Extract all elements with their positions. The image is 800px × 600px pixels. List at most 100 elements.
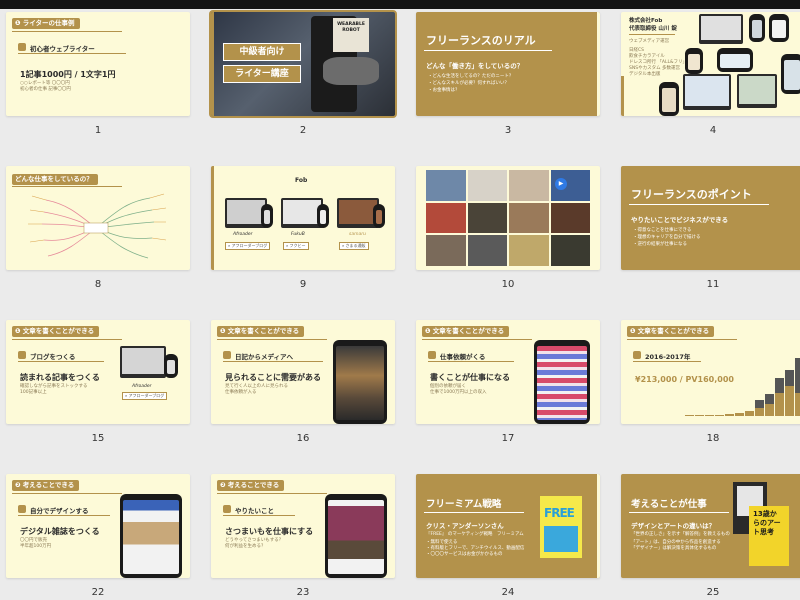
divider [18, 53, 126, 54]
slide-number: 18 [706, 433, 720, 444]
divider [217, 339, 327, 340]
book-cover: 13歳からのアート思考 [749, 506, 789, 566]
divider [12, 339, 122, 340]
phone-mockup [120, 494, 182, 578]
bar [715, 415, 724, 416]
title-line-2: ライター講座 [223, 65, 301, 83]
slide-thumbnail-18[interactable]: ❶ 文章を書くことができる 2016-2017年 ¥213,000 / PV16… [621, 320, 800, 424]
slide-thumbnail-4[interactable]: 株式会社Fob 代表取締役 山川 錠 ウェブメディア運営 日経CS 飲食チカラア… [621, 12, 800, 116]
slide-thumbnail-24[interactable]: フリーミアム戦略 クリス・アンダーソンさん 『FREE』 のマーケティング戦略 … [416, 474, 600, 578]
slide-thumbnail-10[interactable]: ▶ [416, 166, 600, 270]
slide-number: 4 [709, 125, 717, 136]
slide-thumbnail-2[interactable]: WEARABLE ROBOT 中級者向け ライター講座 [209, 10, 397, 118]
divider [428, 361, 514, 362]
laptop-mockup [683, 74, 731, 110]
slide-thumbnail-23[interactable]: ❷ 考えることできる やりたいこと さつまいもを仕事にする どうやってさつまいも… [211, 474, 395, 578]
note: 半年超100万円 [20, 544, 52, 549]
design-icon [18, 505, 26, 513]
idea-icon [223, 505, 231, 513]
divider [629, 512, 729, 513]
section-badge: ❶ 文章を書くことができる [12, 326, 100, 337]
accent-bar [621, 76, 624, 116]
slide-thumbnail-11[interactable]: フリーランスのポイント やりたいことでビジネスができる ・得意なことを仕事にでき… [621, 166, 800, 270]
mail-icon [428, 351, 436, 359]
book-title: FREE [544, 506, 575, 520]
bullet: ・理想のキャリアを自分で描ける [633, 235, 701, 240]
slide-number: 17 [501, 433, 515, 444]
slide-number: 16 [296, 433, 310, 444]
author-name: クリス・アンダーソンさん [426, 522, 504, 530]
headline: デジタル雑誌をつくる [20, 527, 100, 536]
slide-thumbnail-22[interactable]: ❷ 考えることできる 自分でデザインする デジタル雑誌をつくる 〇〇円で販売 半… [6, 474, 190, 578]
book-cover: FREE [540, 496, 582, 558]
chart-icon [633, 351, 641, 359]
laptop-mockup [737, 74, 777, 108]
note: 仕事で1000万円以上の収入 [430, 390, 487, 395]
note: 初心者の仕事 記事〇〇円 [20, 87, 71, 92]
subheading: ブログをつくる [30, 353, 76, 361]
site-caption: ⌕ フクヒー [283, 242, 309, 250]
divider [12, 31, 122, 32]
bar [685, 415, 694, 416]
slide-number: 3 [504, 125, 512, 136]
slide-subtitle: どんな「働き方」をしているの？ [426, 62, 524, 70]
divider [422, 339, 532, 340]
photo [550, 235, 590, 266]
note: 仕事依頼が入る [225, 390, 257, 395]
divider [223, 361, 323, 362]
laptop-mockup [120, 346, 166, 378]
divider [18, 515, 110, 516]
site-caption: ⌕ さまる通販 [339, 242, 369, 250]
divider [12, 493, 122, 494]
bar-chart [683, 342, 800, 416]
slide-thumbnail-16[interactable]: ❶ 文章を書くことができる 日記からメディアへ 見られることに需要がある 見て行… [211, 320, 395, 424]
site-caption: ⌕ アフローダーブログ [225, 242, 271, 250]
photo [509, 235, 549, 266]
slide-number: 9 [299, 279, 307, 290]
play-icon[interactable]: ▶ [555, 178, 567, 190]
bullet: ・お金事情は？ [428, 88, 460, 93]
company-name: 株式会社Fob [629, 18, 663, 24]
slide-subtitle: やりたいことでビジネスができる [631, 216, 729, 224]
slide-title: 考えることが仕事 [631, 499, 707, 510]
phone-mockup [317, 204, 329, 228]
bar [765, 394, 774, 416]
slide-thumbnail-9[interactable]: Fob Afroader FukuB samaru ⌕ アフローダーブログ ⌕ … [211, 166, 395, 270]
section-badge: どんな仕事をしているの？ [12, 174, 98, 185]
section-badge: ❶ 文章を書くことができる [422, 326, 510, 337]
divider [629, 204, 769, 205]
book-cover: WEARABLE ROBOT [333, 18, 369, 52]
body-line: 『FREE』 のマーケティング戦略 フリーミアム [426, 532, 524, 537]
phone-mockup [769, 14, 789, 42]
phone-mockup [333, 340, 387, 424]
phone-mockup [534, 340, 590, 424]
slide-subtitle: デザインとアートの違いは？ [631, 522, 716, 530]
headline: 1記事1000円 / 1文字1円 [20, 70, 116, 79]
slide-thumbnail-8[interactable]: どんな仕事をしているの？ [6, 166, 190, 270]
slide-thumbnail-3[interactable]: フリーランスのリアル どんな「働き方」をしているの？ ・どんな生活をしてるの？た… [416, 12, 600, 116]
slide-thumbnail-15[interactable]: ❶ 文章を書くことができる ブログをつくる 読まれる記事をつくる 確認しながら記… [6, 320, 190, 424]
brand-logo: Fob [295, 177, 308, 184]
phone-mockup [685, 48, 703, 74]
book-title: 13歳からのアート思考 [753, 510, 781, 536]
body-line: 「世界の正しさ」を示す「解答例」を教えるもの [631, 532, 730, 537]
slide-thumbnail-17[interactable]: ❶ 文章を書くことができる 仕事依頼がくる 書くことが仕事になる 個別の依頼が届… [416, 320, 600, 424]
pen-icon [18, 43, 26, 51]
phone-mockup [164, 354, 178, 378]
phone-mockup [749, 14, 765, 42]
profile-line: ウェブメディア運営 [629, 39, 670, 44]
slide-thumbnail-25[interactable]: 考えることが仕事 デザインとアートの違いは？ 「世界の正しさ」を示す「解答例」を… [621, 474, 800, 578]
bar [735, 413, 744, 416]
note: 100記事以上 [20, 390, 47, 395]
bullet: ・どんなスキルが必要？何すればいい？ [428, 81, 509, 86]
photo [509, 202, 549, 234]
accent-bar [211, 166, 214, 270]
body-line: ・〇〇〇サービスはお金がかかるもの [426, 552, 503, 557]
tablet-mockup [717, 48, 753, 72]
photo [426, 202, 466, 234]
slide-title: フリーミアム戦略 [426, 499, 502, 510]
slide-number: 15 [91, 433, 105, 444]
bar [725, 414, 734, 416]
slide-title: フリーランスのリアル [426, 34, 536, 47]
slide-thumbnail-1[interactable]: ❶ ライターの仕事例 初心者ウェブライター 1記事1000円 / 1文字1円 ○… [6, 12, 190, 116]
